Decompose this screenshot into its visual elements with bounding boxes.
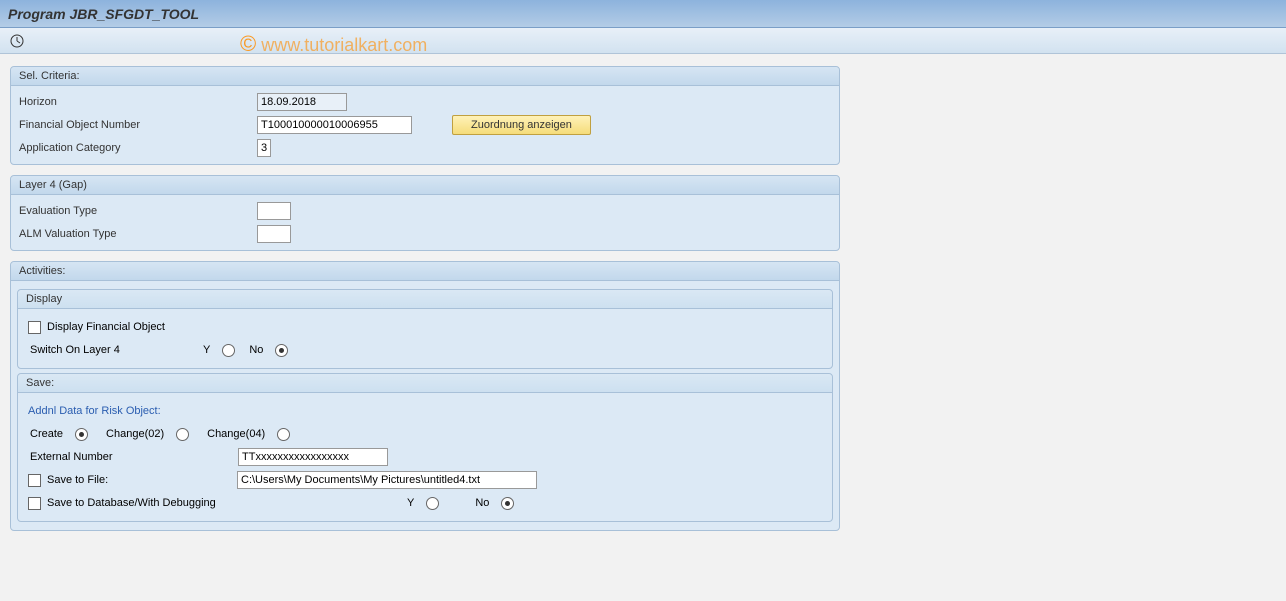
execute-icon[interactable] bbox=[8, 32, 26, 50]
title-bar: Program JBR_SFGDT_TOOL bbox=[0, 0, 1286, 28]
radio-savedb-no[interactable] bbox=[501, 497, 514, 510]
page-title: Program JBR_SFGDT_TOOL bbox=[8, 6, 199, 22]
label-y-switch: Y bbox=[203, 344, 210, 356]
group-sel-criteria: Sel. Criteria: Horizon Financial Object … bbox=[10, 66, 840, 165]
group-header-selcriteria: Sel. Criteria: bbox=[11, 67, 839, 86]
label-switch-layer4: Switch On Layer 4 bbox=[28, 344, 203, 356]
label-evaltype: Evaluation Type bbox=[17, 205, 257, 217]
radio-change04[interactable] bbox=[277, 428, 290, 441]
input-horizon[interactable] bbox=[257, 93, 347, 111]
input-evaltype[interactable] bbox=[257, 202, 291, 220]
toolbar: © © www.tutorialkart.comwww.tutorialkart… bbox=[0, 28, 1286, 54]
radio-create[interactable] bbox=[75, 428, 88, 441]
label-addnl-data: Addnl Data for Risk Object: bbox=[28, 405, 161, 417]
label-appcat: Application Category bbox=[17, 142, 257, 154]
group-header-layer4: Layer 4 (Gap) bbox=[11, 176, 839, 195]
label-savedb: Save to Database/With Debugging bbox=[47, 497, 407, 509]
checkbox-savedb[interactable] bbox=[28, 497, 41, 510]
button-zuordnung[interactable]: Zuordnung anzeigen bbox=[452, 115, 591, 135]
checkbox-display-finobj[interactable] bbox=[28, 321, 41, 334]
checkbox-savefile[interactable] bbox=[28, 474, 41, 487]
input-extnum[interactable] bbox=[238, 448, 388, 466]
label-y-savedb: Y bbox=[407, 497, 414, 509]
group-header-activities: Activities: bbox=[11, 262, 839, 281]
group-activities: Activities: Display Display Financial Ob… bbox=[10, 261, 840, 531]
input-finobj[interactable] bbox=[257, 116, 412, 134]
radio-change02[interactable] bbox=[176, 428, 189, 441]
label-create: Create bbox=[28, 428, 63, 440]
group-save: Save: Addnl Data for Risk Object: Create… bbox=[17, 373, 833, 522]
input-savefile[interactable] bbox=[237, 471, 537, 489]
label-no-savedb: No bbox=[475, 497, 489, 509]
label-display-finobj: Display Financial Object bbox=[47, 321, 165, 333]
radio-savedb-y[interactable] bbox=[426, 497, 439, 510]
group-header-display: Display bbox=[18, 290, 832, 309]
input-appcat[interactable] bbox=[257, 139, 271, 157]
input-almtype[interactable] bbox=[257, 225, 291, 243]
label-savefile: Save to File: bbox=[47, 474, 237, 486]
label-finobj: Financial Object Number bbox=[17, 119, 257, 131]
label-change04: Change(04) bbox=[207, 428, 265, 440]
radio-switch-y[interactable] bbox=[222, 344, 235, 357]
label-extnum: External Number bbox=[28, 451, 238, 463]
main-content: Sel. Criteria: Horizon Financial Object … bbox=[0, 60, 1286, 547]
watermark: © © www.tutorialkart.comwww.tutorialkart… bbox=[240, 31, 427, 57]
label-no-switch: No bbox=[249, 344, 263, 356]
group-header-save: Save: bbox=[18, 374, 832, 393]
group-display: Display Display Financial Object Switch … bbox=[17, 289, 833, 369]
label-change02: Change(02) bbox=[106, 428, 164, 440]
label-horizon: Horizon bbox=[17, 96, 257, 108]
radio-switch-no[interactable] bbox=[275, 344, 288, 357]
group-layer4: Layer 4 (Gap) Evaluation Type ALM Valuat… bbox=[10, 175, 840, 251]
label-almtype: ALM Valuation Type bbox=[17, 228, 257, 240]
